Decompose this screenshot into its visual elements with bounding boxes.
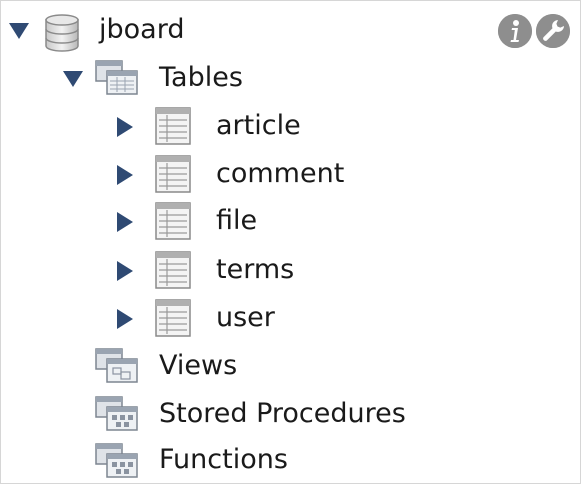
expand-arrow-icon[interactable]: [117, 165, 133, 185]
schema-navigator-panel: jboard Tables article comment file terms…: [0, 0, 581, 484]
table-item-file[interactable]: file: [1, 198, 580, 246]
expand-arrow-icon[interactable]: [117, 117, 133, 137]
expand-arrow-icon[interactable]: [117, 212, 133, 232]
functions-folder-icon: [95, 443, 139, 479]
tables-folder-icon: [95, 60, 139, 96]
expand-arrow-icon[interactable]: [117, 261, 133, 281]
procedures-group-label[interactable]: Stored Procedures: [159, 398, 406, 430]
info-icon[interactable]: [498, 14, 532, 48]
procedures-folder-icon: [95, 396, 139, 432]
table-icon: [155, 251, 191, 289]
table-item-label[interactable]: comment: [216, 158, 344, 190]
collapse-arrow-icon[interactable]: [9, 23, 29, 39]
table-item-article[interactable]: article: [1, 103, 580, 151]
schema-actions: [498, 14, 572, 48]
wrench-icon[interactable]: [536, 14, 570, 48]
table-icon: [155, 107, 191, 145]
tables-group-row[interactable]: Tables: [1, 55, 580, 103]
functions-group-row[interactable]: Functions: [1, 438, 580, 486]
tables-group-label[interactable]: Tables: [159, 62, 243, 94]
schema-row[interactable]: jboard: [1, 7, 580, 55]
table-item-label[interactable]: file: [216, 205, 257, 237]
views-group-label[interactable]: Views: [159, 350, 237, 382]
table-item-user[interactable]: user: [1, 295, 580, 343]
table-item-label[interactable]: user: [216, 302, 275, 334]
views-group-row[interactable]: Views: [1, 343, 580, 391]
table-icon: [155, 299, 191, 337]
database-icon: [43, 13, 81, 53]
functions-group-label[interactable]: Functions: [159, 444, 288, 476]
table-icon: [155, 155, 191, 193]
schema-name[interactable]: jboard: [99, 14, 184, 46]
collapse-arrow-icon[interactable]: [63, 71, 83, 87]
views-folder-icon: [95, 348, 139, 384]
table-item-label[interactable]: terms: [216, 254, 294, 286]
table-item-label[interactable]: article: [216, 110, 301, 142]
table-item-terms[interactable]: terms: [1, 247, 580, 295]
procedures-group-row[interactable]: Stored Procedures: [1, 391, 580, 439]
table-item-comment[interactable]: comment: [1, 151, 580, 199]
expand-arrow-icon[interactable]: [117, 309, 133, 329]
table-icon: [155, 202, 191, 240]
